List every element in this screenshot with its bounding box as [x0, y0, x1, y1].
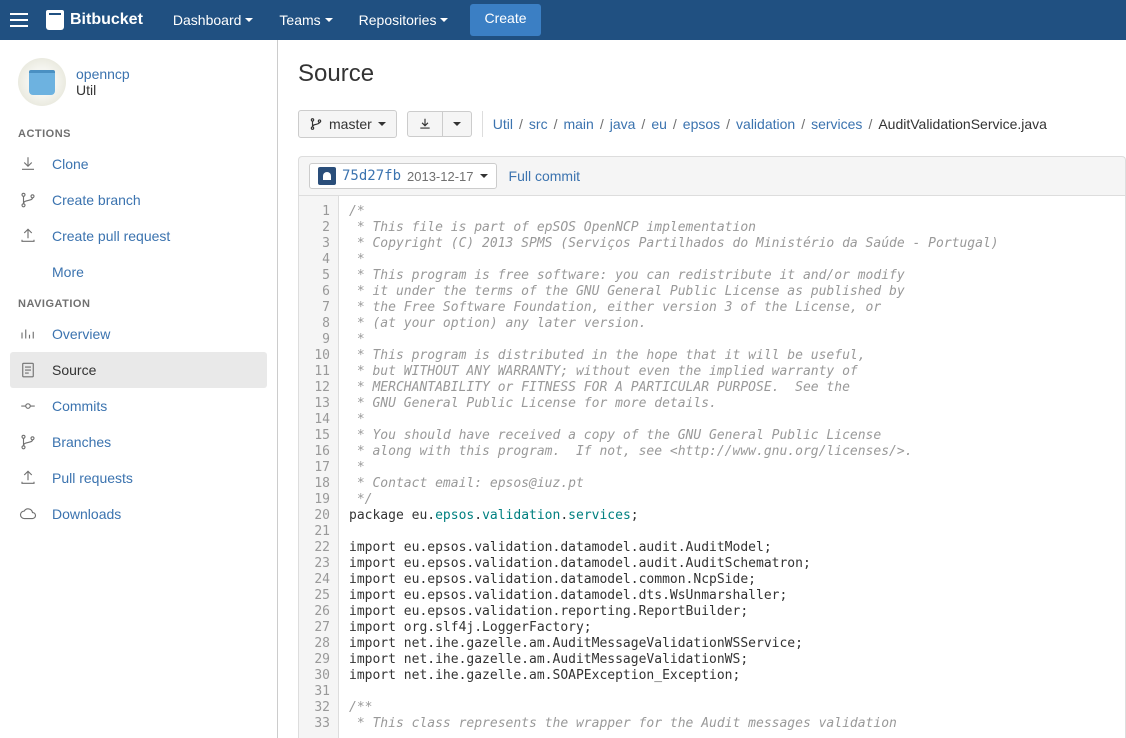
repo-header: openncp Util [10, 54, 267, 120]
source-code-view: 1234567891011121314151617181920212223242… [298, 195, 1126, 738]
caret-down-icon [245, 18, 253, 22]
commit-hash: 75d27fb [342, 168, 401, 184]
sidebar-item-clone[interactable]: Clone [10, 146, 267, 182]
sidebar: openncp Util ACTIONS Clone Create branch… [0, 40, 278, 738]
caret-down-icon [325, 18, 333, 22]
download-button[interactable] [407, 111, 443, 137]
download-group [407, 111, 472, 137]
line-gutter: 1234567891011121314151617181920212223242… [299, 196, 339, 738]
branch-icon [309, 117, 323, 131]
page-title: Source [298, 60, 1126, 88]
sidebar-item-downloads[interactable]: Downloads [10, 496, 267, 532]
breadcrumb-link[interactable]: services [811, 116, 862, 132]
breadcrumb-separator: / [554, 116, 558, 132]
sidebar-item-label: Create pull request [52, 228, 170, 244]
download-icon [418, 117, 432, 131]
full-commit-link[interactable]: Full commit [509, 168, 581, 184]
repo-avatar-icon[interactable] [18, 58, 66, 106]
source-toolbar: master Util / src / main / java / eu / epsos / valid… [298, 110, 1126, 138]
download-icon [18, 154, 38, 174]
actions-label: ACTIONS [10, 120, 267, 146]
breadcrumb-current: AuditValidationService.java [878, 116, 1047, 132]
breadcrumb-link[interactable]: Util [493, 116, 513, 132]
breadcrumb-link[interactable]: validation [736, 116, 795, 132]
commit-date: 2013-12-17 [407, 169, 474, 184]
navigation-label: NAVIGATION [10, 290, 267, 316]
commit-selector[interactable]: 75d27fb 2013-12-17 [309, 163, 497, 189]
document-icon [18, 360, 38, 380]
upload-icon [18, 226, 38, 246]
commit-icon [18, 396, 38, 416]
nav-items: Dashboard Teams Repositories Create [161, 4, 541, 36]
bitbucket-logo[interactable]: Bitbucket [46, 10, 143, 30]
sidebar-item-pull-requests[interactable]: Pull requests [10, 460, 267, 496]
sidebar-item-overview[interactable]: Overview [10, 316, 267, 352]
repo-link[interactable]: openncp [76, 66, 130, 82]
branch-name: master [329, 116, 372, 132]
breadcrumb-separator: / [726, 116, 730, 132]
caret-down-icon [480, 174, 488, 178]
user-avatar-icon [318, 167, 336, 185]
menu-icon[interactable] [10, 8, 34, 32]
divider [482, 111, 483, 137]
breadcrumb-link[interactable]: epsos [683, 116, 720, 132]
sidebar-item-label: Commits [52, 398, 107, 414]
caret-down-icon [378, 122, 386, 126]
sidebar-item-label: Pull requests [52, 470, 133, 486]
breadcrumb-separator: / [801, 116, 805, 132]
breadcrumb-separator: / [519, 116, 523, 132]
breadcrumb: Util / src / main / java / eu / epsos / validation / s… [493, 116, 1047, 132]
sidebar-item-source[interactable]: Source [10, 352, 267, 388]
commit-bar: 75d27fb 2013-12-17 Full commit [298, 156, 1126, 195]
logo-text: Bitbucket [70, 11, 143, 29]
code-content: /* * This file is part of epSOS OpenNCP … [339, 196, 1009, 738]
sidebar-item-more[interactable]: More [10, 254, 267, 290]
branch-icon [18, 432, 38, 452]
main-content: Source master Util / src / main / java / eu / epso… [278, 40, 1126, 738]
breadcrumb-separator: / [641, 116, 645, 132]
nav-teams[interactable]: Teams [267, 4, 344, 36]
sidebar-item-label: Source [52, 362, 96, 378]
branch-icon [18, 190, 38, 210]
branch-selector[interactable]: master [298, 110, 397, 138]
breadcrumb-separator: / [600, 116, 604, 132]
create-button[interactable]: Create [470, 4, 540, 36]
sidebar-item-label: More [52, 264, 84, 280]
download-dropdown[interactable] [443, 111, 472, 137]
breadcrumb-separator: / [868, 116, 872, 132]
caret-down-icon [453, 122, 461, 126]
sidebar-item-create-branch[interactable]: Create branch [10, 182, 267, 218]
repo-subtitle: Util [76, 82, 130, 98]
caret-down-icon [440, 18, 448, 22]
upload-icon [18, 468, 38, 488]
nav-dashboard[interactable]: Dashboard [161, 4, 266, 36]
sidebar-item-label: Overview [52, 326, 110, 342]
sidebar-item-label: Downloads [52, 506, 121, 522]
breadcrumb-link[interactable]: main [563, 116, 593, 132]
sidebar-item-label: Branches [52, 434, 111, 450]
breadcrumb-link[interactable]: java [610, 116, 636, 132]
breadcrumb-link[interactable]: eu [651, 116, 667, 132]
sidebar-item-branches[interactable]: Branches [10, 424, 267, 460]
bucket-icon [46, 10, 64, 30]
breadcrumb-separator: / [673, 116, 677, 132]
sidebar-item-create-pr[interactable]: Create pull request [10, 218, 267, 254]
top-nav: Bitbucket Dashboard Teams Repositories C… [0, 0, 1126, 40]
sidebar-item-label: Create branch [52, 192, 141, 208]
sidebar-item-label: Clone [52, 156, 89, 172]
nav-repositories[interactable]: Repositories [347, 4, 461, 36]
blank-icon [18, 262, 38, 282]
breadcrumb-link[interactable]: src [529, 116, 548, 132]
cloud-icon [18, 504, 38, 524]
sidebar-item-commits[interactable]: Commits [10, 388, 267, 424]
overview-icon [18, 324, 38, 344]
